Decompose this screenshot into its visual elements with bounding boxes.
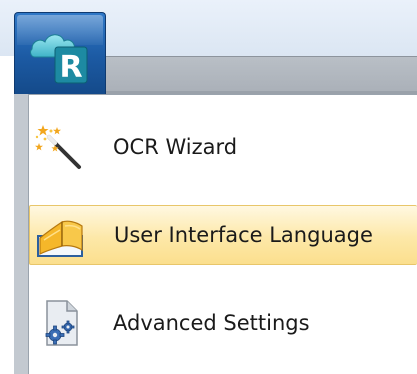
logo-letter: R bbox=[59, 50, 82, 85]
menu-item-user-interface-language[interactable]: User Interface Language bbox=[29, 205, 417, 265]
menu-item-label: OCR Wizard bbox=[113, 135, 238, 159]
menu-item-label: User Interface Language bbox=[114, 223, 373, 247]
settings-document-icon bbox=[45, 300, 78, 346]
ribbon-tab-strip bbox=[106, 56, 417, 95]
menu-item-label: Advanced Settings bbox=[113, 311, 310, 335]
menu-item-advanced-settings[interactable]: Advanced Settings bbox=[29, 293, 417, 353]
menu-item-ocr-wizard[interactable]: OCR Wizard bbox=[29, 117, 417, 177]
open-book-icon bbox=[37, 220, 83, 257]
magic-wand-icon bbox=[35, 125, 81, 169]
application-menu-button[interactable]: R bbox=[14, 12, 106, 94]
cloud-r-logo-icon: R bbox=[30, 34, 88, 85]
